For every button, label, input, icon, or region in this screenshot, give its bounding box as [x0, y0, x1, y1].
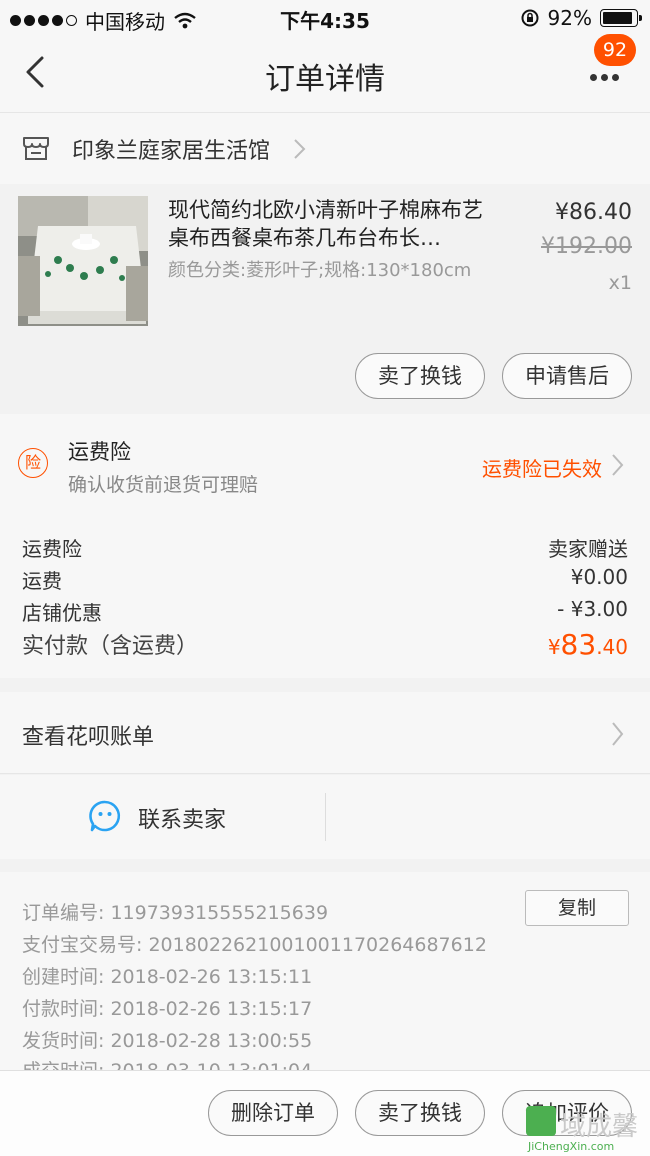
product-item[interactable]: 现代简约北欧小清新叶子棉麻布艺桌布西餐桌布茶几布台布长… 颜色分类:菱形叶子;规… [0, 184, 650, 414]
product-title[interactable]: 现代简约北欧小清新叶子棉麻布艺桌布西餐桌布茶几布台布长… [168, 196, 498, 252]
created-time: 创建时间: 2018-02-26 13:15:11 [22, 966, 313, 988]
shipping-insurance-row[interactable]: 险 运费险 确认收货前退货可理赔 运费险已失效 [0, 414, 650, 508]
shipped-time: 发货时间: 2018-02-28 13:00:55 [22, 1030, 313, 1052]
product-price: ¥86.40 [555, 200, 632, 225]
cost-row: 运费 ¥0.00 [22, 565, 628, 594]
divider [325, 793, 326, 841]
watermark-text: 域成馨 [560, 1112, 639, 1142]
product-sku: 颜色分类:菱形叶子;规格:130*180cm [168, 260, 472, 281]
delete-order-button[interactable]: 删除订单 [208, 1090, 338, 1136]
chevron-right-icon [612, 722, 624, 746]
shop-row[interactable]: 印象兰庭家居生活馆 [0, 112, 650, 184]
insurance-icon: 险 [18, 448, 48, 478]
cost-label: 运费 [22, 569, 62, 593]
shop-name[interactable]: 印象兰庭家居生活馆 [72, 133, 270, 165]
total-currency: ¥ [547, 635, 561, 659]
cost-value: - ¥3.00 [557, 597, 628, 621]
huabei-bill-row[interactable]: 查看花呗账单 [0, 692, 650, 774]
resell-button[interactable]: 卖了换钱 [355, 1090, 485, 1136]
watermark: 域成馨 JiChengXin.com [526, 1106, 644, 1156]
cost-row: 运费险 卖家赠送 [22, 533, 628, 562]
page-title: 订单详情 [265, 62, 385, 97]
total-integer: 83 [560, 628, 597, 661]
watermark-logo-icon [526, 1106, 556, 1136]
contact-seller-button[interactable]: 联系卖家 [138, 802, 226, 834]
product-quantity: x1 [608, 272, 632, 294]
status-bar: 中国移动 下午4:35 92% [0, 0, 650, 36]
insurance-status[interactable]: 运费险已失效 [482, 453, 602, 482]
watermark-url: JiChengXin.com [528, 1140, 615, 1153]
total-value: ¥83.40 [548, 628, 628, 661]
insurance-title: 运费险 [68, 440, 131, 464]
cost-value: ¥0.00 [570, 565, 628, 589]
order-info: 订单编号: 119739315555215639 支付宝交易号: 2018022… [0, 872, 650, 1070]
product-image[interactable] [18, 196, 148, 326]
paid-time: 付款时间: 2018-02-26 13:15:17 [22, 998, 313, 1020]
copy-order-number-button[interactable]: 复制 [525, 890, 629, 926]
cost-label: 运费险 [22, 537, 82, 561]
contact-seller-bar: 联系卖家 [0, 775, 650, 859]
nav-bar: 订单详情 92 [0, 34, 650, 112]
more-icon[interactable] [590, 64, 630, 94]
total-row: 实付款（含运费） ¥83.40 [22, 628, 628, 661]
battery-icon [600, 9, 642, 27]
resell-button[interactable]: 卖了换钱 [355, 353, 485, 399]
total-label: 实付款（含运费） [22, 634, 199, 659]
after-sales-button[interactable]: 申请售后 [502, 353, 632, 399]
cost-breakdown: 运费险 卖家赠送 运费 ¥0.00 店铺优惠 - ¥3.00 实付款（含运费） … [0, 508, 650, 678]
total-decimal: .40 [596, 635, 628, 659]
huabei-label[interactable]: 查看花呗账单 [22, 719, 154, 751]
chat-icon[interactable] [88, 799, 122, 833]
cost-value: 卖家赠送 [548, 537, 628, 561]
cost-row: 店铺优惠 - ¥3.00 [22, 597, 628, 626]
chevron-right-icon [294, 139, 306, 159]
cost-label: 店铺优惠 [22, 601, 102, 625]
insurance-subtitle: 确认收货前退货可理赔 [68, 474, 259, 496]
alipay-trade-number: 支付宝交易号: 2018022621001001170264687612 [22, 934, 487, 956]
order-number: 订单编号: 119739315555215639 [22, 902, 329, 924]
store-icon [23, 137, 49, 160]
orientation-lock-icon [521, 9, 539, 27]
completed-time: 成交时间: 2018-03-10 13:01:04 [22, 1056, 312, 1070]
product-original-price: ¥192.00 [541, 234, 632, 259]
notification-badge: 92 [594, 34, 636, 66]
battery-percent: 92% [547, 6, 592, 30]
chevron-right-icon [612, 454, 624, 476]
